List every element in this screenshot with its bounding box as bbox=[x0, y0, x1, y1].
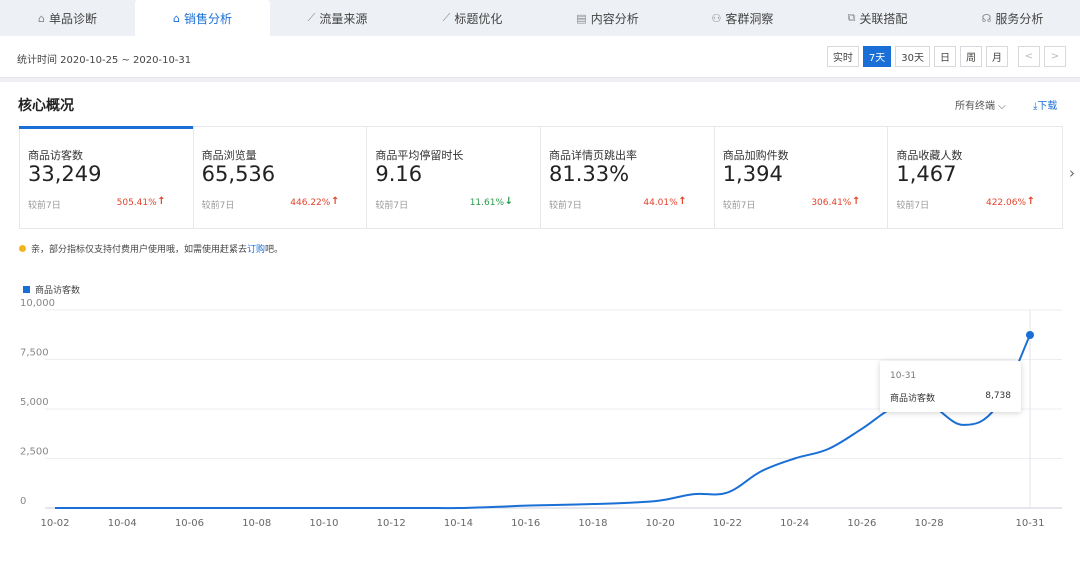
y-tick-label: 0 bbox=[20, 496, 26, 507]
x-tick-label: 10-18 bbox=[578, 518, 607, 529]
tab-label: 销售分析 bbox=[183, 11, 232, 26]
period-button[interactable]: 7天 bbox=[862, 46, 892, 67]
x-tick-label: 10-08 bbox=[242, 518, 271, 529]
trend-icon: ⟋ bbox=[442, 11, 451, 24]
document-icon: ▤ bbox=[576, 11, 587, 25]
x-tick-label: 10-10 bbox=[309, 518, 338, 529]
x-tick-label: 10-28 bbox=[915, 518, 944, 529]
y-tick-label: 5,000 bbox=[20, 397, 49, 408]
x-tick-label: 10-02 bbox=[40, 518, 69, 529]
tab-label: 流量来源 bbox=[319, 11, 368, 26]
y-tick-label: 2,500 bbox=[20, 447, 49, 458]
x-tick-label: 10-04 bbox=[108, 518, 137, 529]
tooltip-series-name: 商品访客数 bbox=[890, 394, 936, 404]
link-icon: ⧉ bbox=[847, 11, 856, 24]
x-tick-label: 10-31 bbox=[1015, 518, 1044, 529]
data-point[interactable] bbox=[1026, 330, 1034, 339]
x-tick-label: 10-26 bbox=[847, 518, 876, 529]
tab-5[interactable]: ⚇ 客群洞察 bbox=[675, 0, 810, 36]
date-bar: 统计时间 2020-10-25 ~ 2020-10-31 实时 7天 30天日周月 <… bbox=[0, 36, 1080, 78]
period-button[interactable]: > bbox=[1044, 46, 1066, 67]
headset-icon: ☊ bbox=[981, 11, 992, 25]
top-nav: ⌂ 单品诊断 ⌂ 销售分析 ⟋ 流量来源 ⟋ 标题优化 ▤ 内容分析 ⚇ 客群洞察 ⧉ 关联搭配 ☊ 服务分析 bbox=[0, 0, 1080, 36]
date-range-text: 统计时间 2020-10-25 ~ 2020-10-31 bbox=[17, 55, 192, 66]
chart-tooltip: 10-31 商品访客数 8,738 bbox=[880, 361, 1021, 412]
x-tick-label: 10-16 bbox=[511, 518, 540, 529]
main-panel: 核心概况 所有终端 ⌵ ⤓下载 商品访客数 33,249 较前7日 505.41% ↑ 商… bbox=[0, 82, 1080, 564]
tooltip-value: 8,738 bbox=[985, 391, 1011, 401]
period-buttons: 实时 7天 30天日周月 < > bbox=[826, 46, 1066, 67]
y-tick-label: 7,500 bbox=[20, 348, 49, 359]
tab-label: 服务分析 bbox=[995, 11, 1044, 26]
x-tick-label: 10-14 bbox=[444, 518, 473, 529]
x-tick-label: 10-06 bbox=[175, 518, 204, 529]
tab-3[interactable]: ⟋ 标题优化 bbox=[405, 0, 540, 36]
period-button[interactable]: 周 bbox=[960, 46, 982, 67]
tab-7[interactable]: ☊ 服务分析 bbox=[945, 0, 1080, 36]
tab-1[interactable]: ⌂ 销售分析 bbox=[135, 0, 270, 36]
home-icon: ⌂ bbox=[38, 11, 45, 25]
tab-6[interactable]: ⧉ 关联搭配 bbox=[810, 0, 945, 36]
period-button[interactable]: 月 bbox=[986, 46, 1008, 67]
tab-label: 单品诊断 bbox=[48, 11, 97, 26]
period-button[interactable]: 日 bbox=[934, 46, 956, 67]
tab-4[interactable]: ▤ 内容分析 bbox=[540, 0, 675, 36]
period-button[interactable]: 30天 bbox=[895, 46, 930, 67]
x-tick-label: 10-22 bbox=[713, 518, 742, 529]
tab-label: 内容分析 bbox=[590, 11, 639, 26]
trend-icon: ⟋ bbox=[307, 11, 316, 24]
x-tick-label: 10-20 bbox=[646, 518, 675, 529]
tab-label: 关联搭配 bbox=[859, 11, 908, 26]
home-icon: ⌂ bbox=[173, 11, 180, 25]
period-button[interactable]: 实时 bbox=[826, 46, 859, 67]
tab-2[interactable]: ⟋ 流量来源 bbox=[270, 0, 405, 36]
line-chart: 0 2,500 5,000 7,500 10,000 10-02 10-04 10-06 10-… bbox=[20, 298, 1062, 529]
users-icon: ⚇ bbox=[711, 11, 722, 25]
tab-0[interactable]: ⌂ 单品诊断 bbox=[0, 0, 135, 36]
y-tick-label: 10,000 bbox=[20, 298, 55, 309]
tab-label: 客群洞察 bbox=[725, 11, 774, 26]
x-tick-label: 10-24 bbox=[780, 518, 809, 529]
tab-label: 标题优化 bbox=[454, 11, 503, 26]
period-button[interactable]: < bbox=[1018, 46, 1040, 67]
x-tick-label: 10-12 bbox=[377, 518, 406, 529]
tooltip-date: 10-31 bbox=[890, 371, 917, 381]
